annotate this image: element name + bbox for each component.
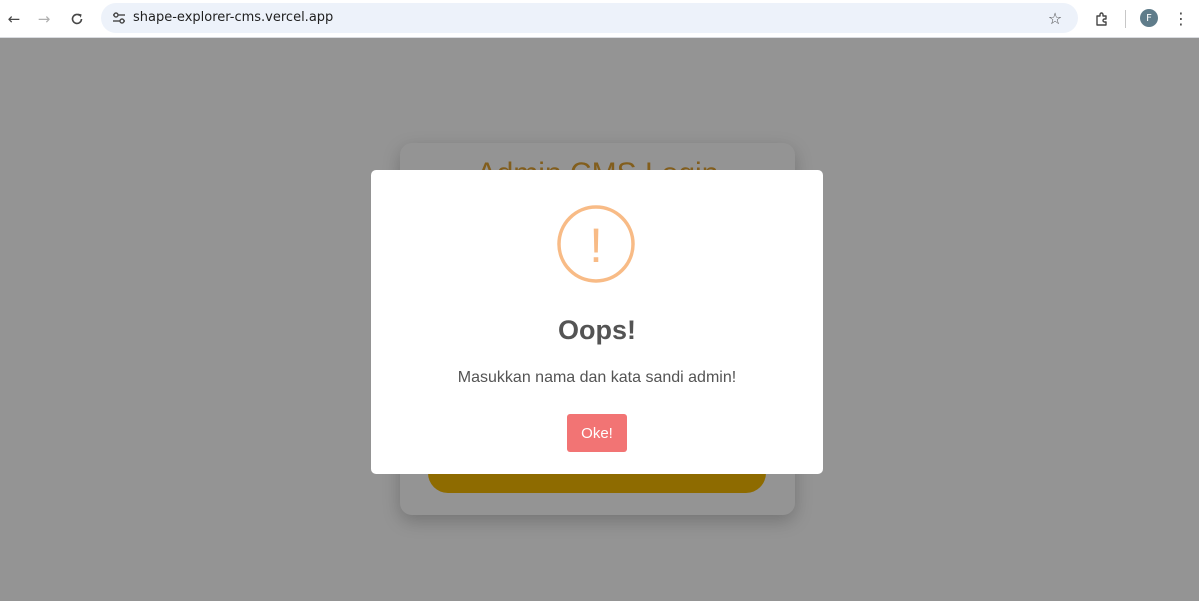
forward-icon[interactable]: → <box>31 6 57 32</box>
alert-dialog: ! Oops! Masukkan nama dan kata sandi adm… <box>371 170 823 474</box>
warning-icon: ! <box>557 205 635 283</box>
dialog-title: Oops! <box>558 315 636 345</box>
url-text[interactable]: shape-explorer-cms.vercel.app <box>133 3 333 33</box>
dialog-message: Masukkan nama dan kata sandi admin! <box>457 369 737 386</box>
toolbar-divider <box>1125 10 1126 28</box>
page-viewport: Admin CMS Login ! Oops! Masukkan nama da… <box>0 38 1199 601</box>
warning-glyph: ! <box>589 220 602 273</box>
back-icon[interactable]: ← <box>1 6 27 32</box>
reload-icon[interactable] <box>64 6 90 32</box>
confirm-button[interactable]: Oke! <box>567 414 627 452</box>
browser-toolbar: ← → shape-explorer-cms.vercel.app ☆ F ⋮ <box>0 0 1199 38</box>
profile-avatar[interactable]: F <box>1140 9 1158 27</box>
menu-kebab-icon[interactable]: ⋮ <box>1168 6 1194 32</box>
address-bar[interactable]: shape-explorer-cms.vercel.app ☆ <box>101 3 1078 33</box>
extensions-icon[interactable] <box>1089 6 1115 32</box>
site-settings-icon[interactable] <box>108 7 130 29</box>
bookmark-star-icon[interactable]: ☆ <box>1044 7 1066 29</box>
